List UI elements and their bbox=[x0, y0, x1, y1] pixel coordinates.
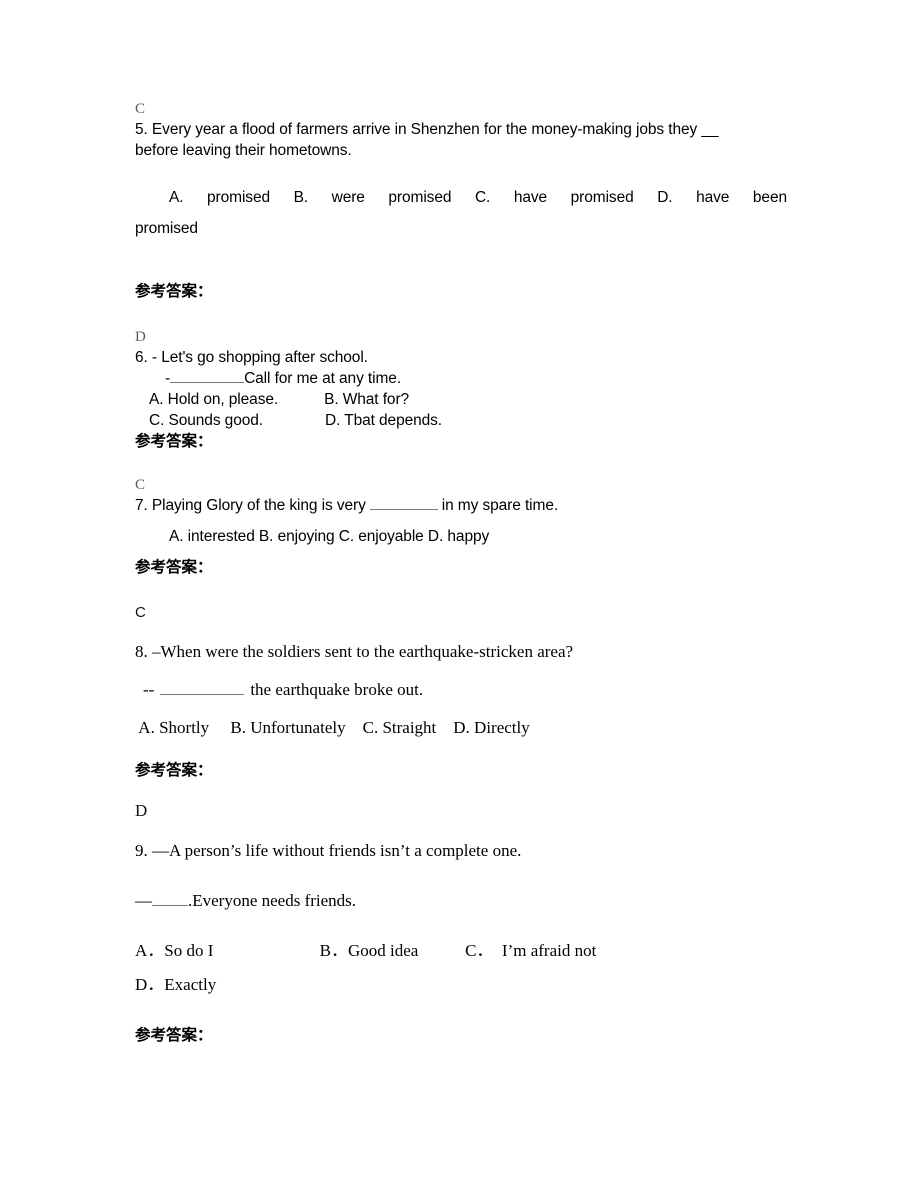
option-6-c: C. Sounds good. bbox=[149, 412, 263, 429]
reference-answer-label-8: 参考答案： bbox=[135, 761, 213, 779]
question-6-line-2-pre: - bbox=[165, 370, 171, 387]
question-7-line-1: 7. Playing Glory of the king is very in m… bbox=[135, 495, 787, 516]
question-9-line-2: — .Everyone needs friends. bbox=[135, 889, 787, 913]
question-7-body: 7. Playing Glory of the king is very in m… bbox=[135, 495, 787, 547]
question-8-line-2-pre: -- bbox=[143, 680, 155, 699]
question-5-line-2: before leaving their hometowns. bbox=[135, 142, 352, 159]
question-6-line-2-post: Call for me at any time. bbox=[244, 370, 402, 387]
question-5-options-line: A. promised B. were promised C. have pro… bbox=[169, 189, 787, 206]
reference-answer-label-5: 参考答案： bbox=[135, 282, 213, 300]
question-9-line-1: 9. —A person’s life without friends isn’… bbox=[135, 841, 522, 860]
document-content: C 5. Every year a flood of farmers arriv… bbox=[135, 100, 787, 1046]
blank-field-7 bbox=[369, 509, 438, 510]
question-6-option-row-1: A. Hold on, please. B. What for? bbox=[135, 389, 787, 410]
question-block-8: C 8. –When were the soldiers sent to the… bbox=[135, 602, 787, 781]
answer-letter-7: C bbox=[135, 477, 146, 493]
question-8-body: 8. –When were the soldiers sent to the e… bbox=[135, 640, 787, 740]
question-7-options-line: A. interested B. enjoying C. enjoyable D… bbox=[169, 528, 490, 545]
blank-field-6 bbox=[170, 382, 245, 383]
question-9-line-2-pre: — bbox=[135, 891, 152, 910]
question-9-body: 9. —A person’s life without friends isn’… bbox=[135, 839, 787, 997]
answer-letter-8: C bbox=[135, 604, 146, 621]
blank-field-9 bbox=[152, 905, 188, 906]
question-block-7: C 7. Playing Glory of the king is very in… bbox=[135, 476, 787, 578]
question-block-5: C 5. Every year a flood of farmers arriv… bbox=[135, 100, 787, 302]
question-5-body: 5. Every year a flood of farmers arrive … bbox=[135, 119, 787, 239]
answer-letter-9: D bbox=[135, 801, 148, 820]
reference-answer-label-9: 参考答案： bbox=[135, 1026, 213, 1044]
question-6-line-1: 6. - Let's go shopping after school. bbox=[135, 349, 368, 366]
option-6-d: D. Tbat depends. bbox=[324, 412, 443, 429]
question-8-line-1: 8. –When were the soldiers sent to the e… bbox=[135, 642, 574, 661]
blank-field-8 bbox=[160, 694, 245, 695]
question-8-options-line: A. Shortly B. Unfortunately C. Straight … bbox=[135, 718, 530, 737]
question-7-line-1-pre: 7. Playing Glory of the king is very bbox=[135, 497, 366, 514]
question-block-9: D 9. —A person’s life without friends is… bbox=[135, 799, 787, 1046]
reference-answer-label-7: 参考答案： bbox=[135, 558, 213, 576]
option-6-a: A. Hold on, please. bbox=[149, 391, 279, 408]
question-6-body: 6. - Let's go shopping after school. - Ca… bbox=[135, 347, 787, 431]
question-9-options-line-2: D．Exactly bbox=[135, 975, 217, 994]
question-9-options-line-1: A．So do I B．Good idea C． I’m afraid not bbox=[135, 941, 597, 960]
question-8-line-2-post: the earthquake broke out. bbox=[250, 680, 424, 699]
reference-answer-label-6: 参考答案： bbox=[135, 432, 213, 450]
document-page: C 5. Every year a flood of farmers arriv… bbox=[0, 0, 920, 1191]
question-6-option-row-2: C. Sounds good. D. Tbat depends. bbox=[135, 410, 787, 431]
question-5-options-overflow: promised bbox=[135, 220, 198, 237]
question-6-line-2: - Call for me at any time. bbox=[135, 368, 787, 389]
answer-letter-5: C bbox=[135, 101, 146, 117]
question-9-line-2-post: .Everyone needs friends. bbox=[188, 891, 357, 910]
question-block-6: D 6. - Let's go shopping after school. -… bbox=[135, 328, 787, 452]
option-6-b: B. What for? bbox=[324, 391, 410, 408]
question-8-line-2: -- the earthquake broke out. bbox=[135, 678, 787, 702]
question-7-line-1-post: in my spare time. bbox=[441, 497, 559, 514]
answer-letter-6: D bbox=[135, 329, 146, 345]
question-5-line-1: 5. Every year a flood of farmers arrive … bbox=[135, 121, 719, 138]
